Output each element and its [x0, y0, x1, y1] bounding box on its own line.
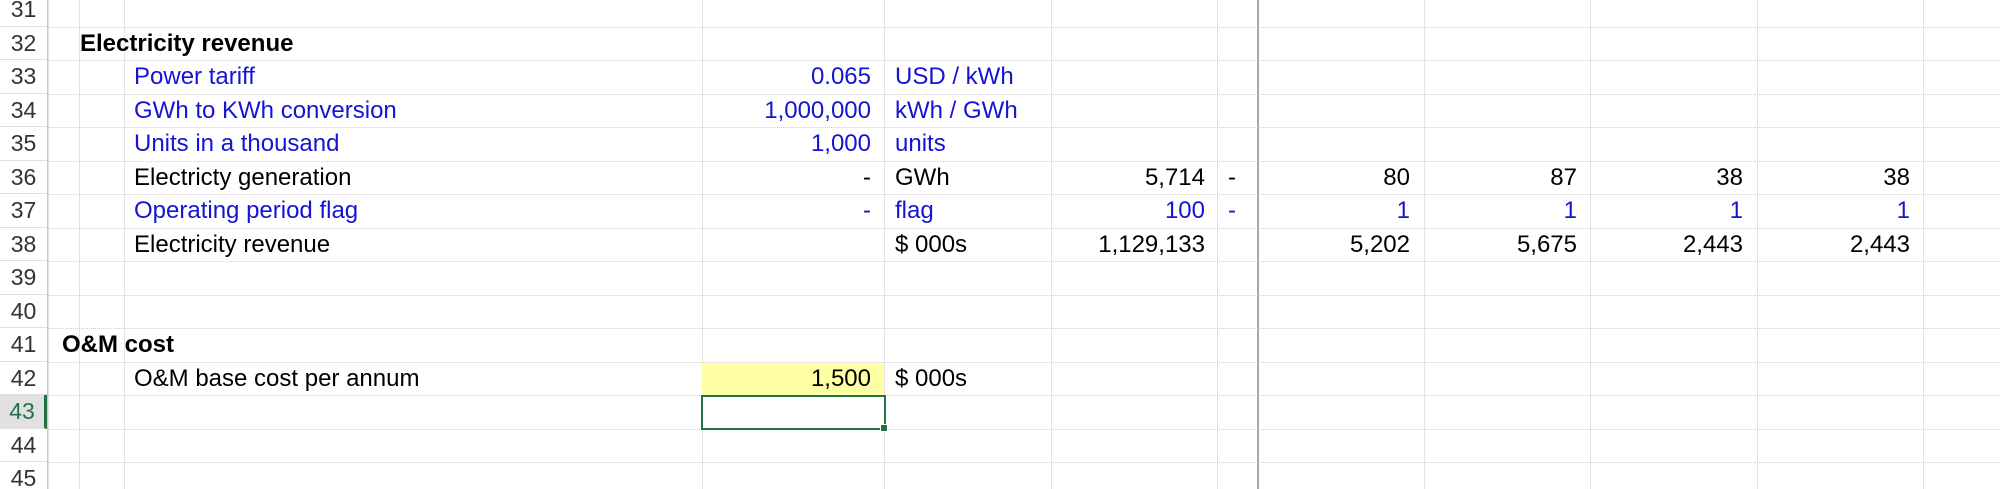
row-number[interactable]: 31	[0, 0, 47, 27]
fill-handle[interactable]	[880, 423, 888, 432]
row-number[interactable]: 45	[0, 462, 47, 489]
row-number[interactable]: 41	[0, 328, 47, 362]
row-gridline	[48, 26, 2000, 28]
period-cell: 87	[1550, 163, 1577, 191]
period-cell: 38	[1716, 163, 1743, 191]
value-cell: -	[863, 163, 871, 191]
column-gridline	[1590, 0, 1591, 489]
spreadsheet-grid[interactable]: Electricity revenue Power tariff 0.065 USD …	[0, 0, 2000, 489]
selected-cell[interactable]	[701, 395, 888, 432]
total-cell: 1,129,133	[1098, 230, 1205, 258]
column-gridline	[79, 0, 80, 489]
column-gridline	[1424, 0, 1425, 489]
row-number[interactable]: 34	[0, 94, 47, 127]
total-cell: 5,714	[1144, 163, 1205, 191]
period-cell: 5,675	[1516, 230, 1577, 258]
row-number[interactable]: 36	[0, 161, 47, 194]
dash-cell: -	[1228, 197, 1236, 224]
input-value-cell: 1,500	[810, 364, 871, 392]
dash-cell: -	[1228, 163, 1236, 191]
row-number[interactable]: 32	[0, 27, 47, 60]
column-gridline	[1051, 0, 1052, 489]
row-number[interactable]: 35	[0, 127, 47, 161]
unit-cell: units	[895, 130, 946, 157]
row-number[interactable]: 39	[0, 261, 47, 295]
row-number[interactable]: 43	[0, 395, 47, 429]
unit-cell: flag	[895, 197, 934, 224]
section-heading: O&M cost	[62, 331, 175, 358]
period-cell: 80	[1383, 163, 1410, 191]
period-cell: 38	[1883, 163, 1910, 191]
value-cell: 1,000	[810, 130, 871, 157]
column-gridline	[1757, 0, 1758, 489]
row-label: GWh to KWh conversion	[134, 96, 397, 124]
row-number[interactable]: 38	[0, 228, 47, 261]
period-cell: 1	[1563, 197, 1577, 224]
unit-cell: GWh	[895, 163, 950, 191]
row-label: Electricity revenue	[134, 230, 331, 258]
unit-cell: kWh / GWh	[895, 96, 1018, 124]
row-gridline	[48, 60, 2000, 61]
row-number[interactable]: 37	[0, 194, 47, 228]
period-cell: 1	[1396, 197, 1410, 224]
row-number[interactable]: 42	[0, 362, 47, 395]
row-label: Electricty generation	[134, 163, 352, 191]
row-gridline	[48, 428, 2000, 430]
section-heading: Electricity revenue	[80, 29, 294, 57]
row-gridline	[48, 127, 2000, 128]
column-gridline	[124, 0, 125, 489]
period-cell: 2,443	[1682, 230, 1743, 258]
value-cell: -	[863, 197, 871, 224]
column-gridline	[1217, 0, 1218, 489]
row-label: Units in a thousand	[134, 130, 340, 157]
row-label: Power tariff	[134, 63, 255, 90]
row-number[interactable]: 44	[0, 429, 47, 462]
period-cell: 5,202	[1349, 230, 1410, 258]
value-cell: 1,000,000	[764, 96, 871, 124]
row-gridline	[48, 328, 2000, 329]
row-label: Operating period flag	[134, 197, 359, 224]
value-cell: 0.065	[810, 63, 871, 90]
row-gridline	[48, 395, 2000, 396]
unit-cell: USD / kWh	[895, 63, 1014, 90]
row-gridline	[48, 261, 2000, 262]
total-cell: 100	[1164, 197, 1205, 224]
period-cell: 1	[1729, 197, 1743, 224]
freeze-pane-divider[interactable]	[1257, 0, 1259, 489]
row-number[interactable]: 40	[0, 295, 47, 328]
unit-cell: $ 000s	[895, 230, 968, 258]
row-gridline	[48, 462, 2000, 463]
row-number[interactable]: 33	[0, 60, 47, 94]
row-gridline	[48, 294, 2000, 296]
unit-cell: $ 000s	[895, 364, 968, 392]
row-label: O&M base cost per annum	[134, 364, 420, 392]
column-gridline	[1923, 0, 1924, 489]
column-gridline	[48, 0, 49, 489]
row-header-column[interactable]: 31 32 33 34 35 36 37 38 39 40 41 42 43 44 45	[0, 0, 48, 489]
period-cell: 1	[1896, 197, 1910, 224]
period-cell: 2,443	[1849, 230, 1910, 258]
